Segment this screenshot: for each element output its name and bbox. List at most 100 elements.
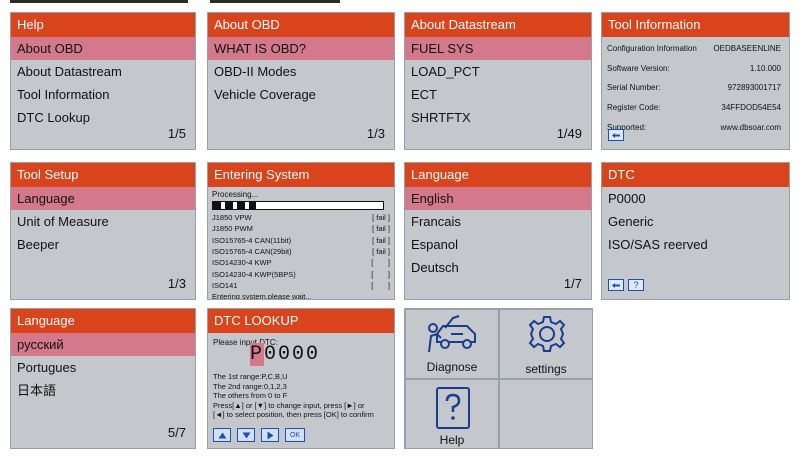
menu-item-language[interactable]: Language	[11, 187, 195, 210]
dtc-char-selected[interactable]: P	[250, 343, 265, 366]
back-button[interactable]	[608, 129, 624, 141]
menu-item-english[interactable]: English	[405, 187, 591, 210]
help-label: Help	[439, 433, 465, 447]
protocol-row: J1850 PWM [ fail ]	[208, 223, 394, 234]
info-label: Register Code:	[607, 103, 661, 113]
diagnose-label: Diagnose	[426, 360, 478, 374]
menu-item-vehicle-coverage[interactable]: Vehicle Coverage	[208, 83, 394, 106]
protocol-name: ISO141	[212, 280, 238, 290]
protocol-status: [ ]	[371, 258, 390, 268]
car-repair-icon	[428, 315, 476, 353]
protocol-name: ISO14230-4 KWP	[212, 258, 272, 268]
protocol-status: [ fail ]	[372, 224, 390, 234]
instructions: The 1st range:P,C,B,U The 2nd range:0,1,…	[213, 372, 393, 420]
settings-tile[interactable]: settings	[499, 309, 592, 379]
info-value: 34FFDOD54E54	[721, 103, 781, 113]
instruction-line: Press[▲] or [▼] to change input, press […	[213, 400, 365, 410]
protocol-row: ISO14230-4 KWP [ ]	[208, 257, 394, 268]
dtc-lookup-panel: DTC LOOKUP Please input DTC: P0000 The 1…	[207, 308, 395, 449]
page-indicator: 1/3	[167, 276, 186, 291]
protocol-row: ISO14230-4 KWP(5BPS) [ ]	[208, 268, 394, 279]
protocol-row: ISO15765-4 CAN(29bit) [ fail ]	[208, 246, 394, 257]
back-button[interactable]	[608, 279, 624, 291]
home-screen: Diagnose settings Help	[404, 308, 593, 449]
page-indicator: 1/3	[366, 126, 385, 141]
dtc-description: ISO/SAS reerved	[608, 237, 708, 252]
dtc-panel: DTC P0000 Generic ISO/SAS reerved ?	[601, 162, 790, 300]
menu-item-about-datastream[interactable]: About Datastream	[11, 60, 195, 83]
panel-title: About Datastream	[405, 13, 591, 37]
progress-fill	[213, 202, 256, 209]
ok-button[interactable]: OK	[285, 428, 305, 442]
panel-title: About OBD	[208, 13, 394, 37]
panel-title: Help	[11, 13, 195, 37]
protocol-status: [ fail ]	[372, 247, 390, 257]
menu-item-obd-modes[interactable]: OBD-II Modes	[208, 60, 394, 83]
menu-item-francais[interactable]: Francais	[405, 210, 591, 233]
protocol-name: J1850 PWM	[212, 224, 253, 234]
menu-item-fuel-sys[interactable]: FUEL SYS	[405, 37, 591, 60]
dtc-code: P0000	[608, 191, 646, 206]
menu-item-ect[interactable]: ECT	[405, 83, 591, 106]
page-indicator: 1/5	[167, 126, 186, 141]
info-label: Configuration Information	[607, 44, 697, 54]
protocol-status: [ fail ]	[372, 213, 390, 223]
help-book-icon	[436, 387, 470, 429]
panel-title: Entering System	[208, 163, 394, 187]
instruction-line: The others from 0 to F	[213, 391, 288, 400]
instruction-line: [◄] to select position, then press [OK] …	[213, 410, 374, 419]
panel-title: Tool Information	[602, 13, 789, 37]
right-button[interactable]	[261, 428, 279, 442]
info-value: OEDBASEENLINE	[713, 44, 781, 54]
help-tile[interactable]: Help	[405, 379, 499, 448]
menu-item-russian[interactable]: русский	[11, 333, 195, 356]
up-button[interactable]	[213, 428, 231, 442]
menu-item-japanese[interactable]: 日本語	[11, 379, 195, 402]
info-value: www.dbsoar.com	[720, 122, 781, 132]
info-row: Configuration Information OEDBASEENLINE	[602, 39, 789, 59]
protocol-status: [ ]	[371, 269, 390, 279]
protocol-name: ISO15765-4 CAN(29bit)	[212, 247, 292, 257]
down-button[interactable]	[237, 428, 255, 442]
info-row: Supported: www.dbsoar.com	[602, 117, 789, 137]
back-icon	[612, 282, 620, 288]
diagnose-tile[interactable]: Diagnose	[405, 309, 499, 379]
back-icon	[612, 132, 620, 138]
question-icon: ?	[633, 280, 639, 290]
panel-title: Language	[11, 309, 195, 333]
processing-label: Processing...	[212, 190, 259, 199]
menu-item-what-is-obd[interactable]: WHAT IS OBD?	[208, 37, 394, 60]
menu-item-load-pct[interactable]: LOAD_PCT	[405, 60, 591, 83]
help-button[interactable]: ?	[628, 279, 644, 291]
protocol-row: J1850 VPW [ fail ]	[208, 212, 394, 223]
protocol-name: J1850 VPW	[212, 213, 252, 223]
menu-item-tool-information[interactable]: Tool Information	[11, 83, 195, 106]
info-row: Serial Number: 97289300171​7	[602, 78, 789, 98]
instruction-line: The 1st range:P,C,B,U	[213, 372, 288, 381]
panel-title: Language	[405, 163, 591, 187]
menu-item-portugues[interactable]: Portugues	[11, 356, 195, 379]
tool-information-panel: Tool Information Configuration Informati…	[601, 12, 790, 150]
about-obd-panel: About OBD WHAT IS OBD? OBD-II Modes Vehi…	[207, 12, 395, 150]
settings-label: settings	[525, 362, 567, 376]
info-row: Register Code: 34FFDOD54E54	[602, 98, 789, 118]
info-value: 97289300171​7	[727, 83, 781, 93]
menu-item-espanol[interactable]: Espanol	[405, 233, 591, 256]
menu-item-unit-of-measure[interactable]: Unit of Measure	[11, 210, 195, 233]
protocol-name: ISO14230-4 KWP(5BPS)	[212, 269, 296, 279]
up-arrow-icon	[218, 432, 226, 438]
status-message: Entering system,please wait...	[212, 292, 312, 300]
menu-item-beeper[interactable]: Beeper	[11, 233, 195, 256]
menu-item-about-obd[interactable]: About OBD	[11, 37, 195, 60]
dtc-input[interactable]: P0000	[250, 343, 320, 366]
right-arrow-icon	[267, 431, 273, 439]
about-datastream-panel: About Datastream FUEL SYS LOAD_PCT ECT S…	[404, 12, 592, 150]
panel-title: DTC	[602, 163, 789, 187]
protocol-status: [ ]	[371, 280, 390, 290]
instruction-line: The 2nd range:0,1,2,3	[213, 381, 287, 391]
dtc-chars-rest[interactable]: 0000	[264, 343, 320, 366]
tool-setup-panel: Tool Setup Language Unit of Measure Beep…	[10, 162, 196, 300]
panel-title: Tool Setup	[11, 163, 195, 187]
top-bar-right	[210, 0, 340, 3]
page-indicator: 5/7	[167, 425, 186, 440]
